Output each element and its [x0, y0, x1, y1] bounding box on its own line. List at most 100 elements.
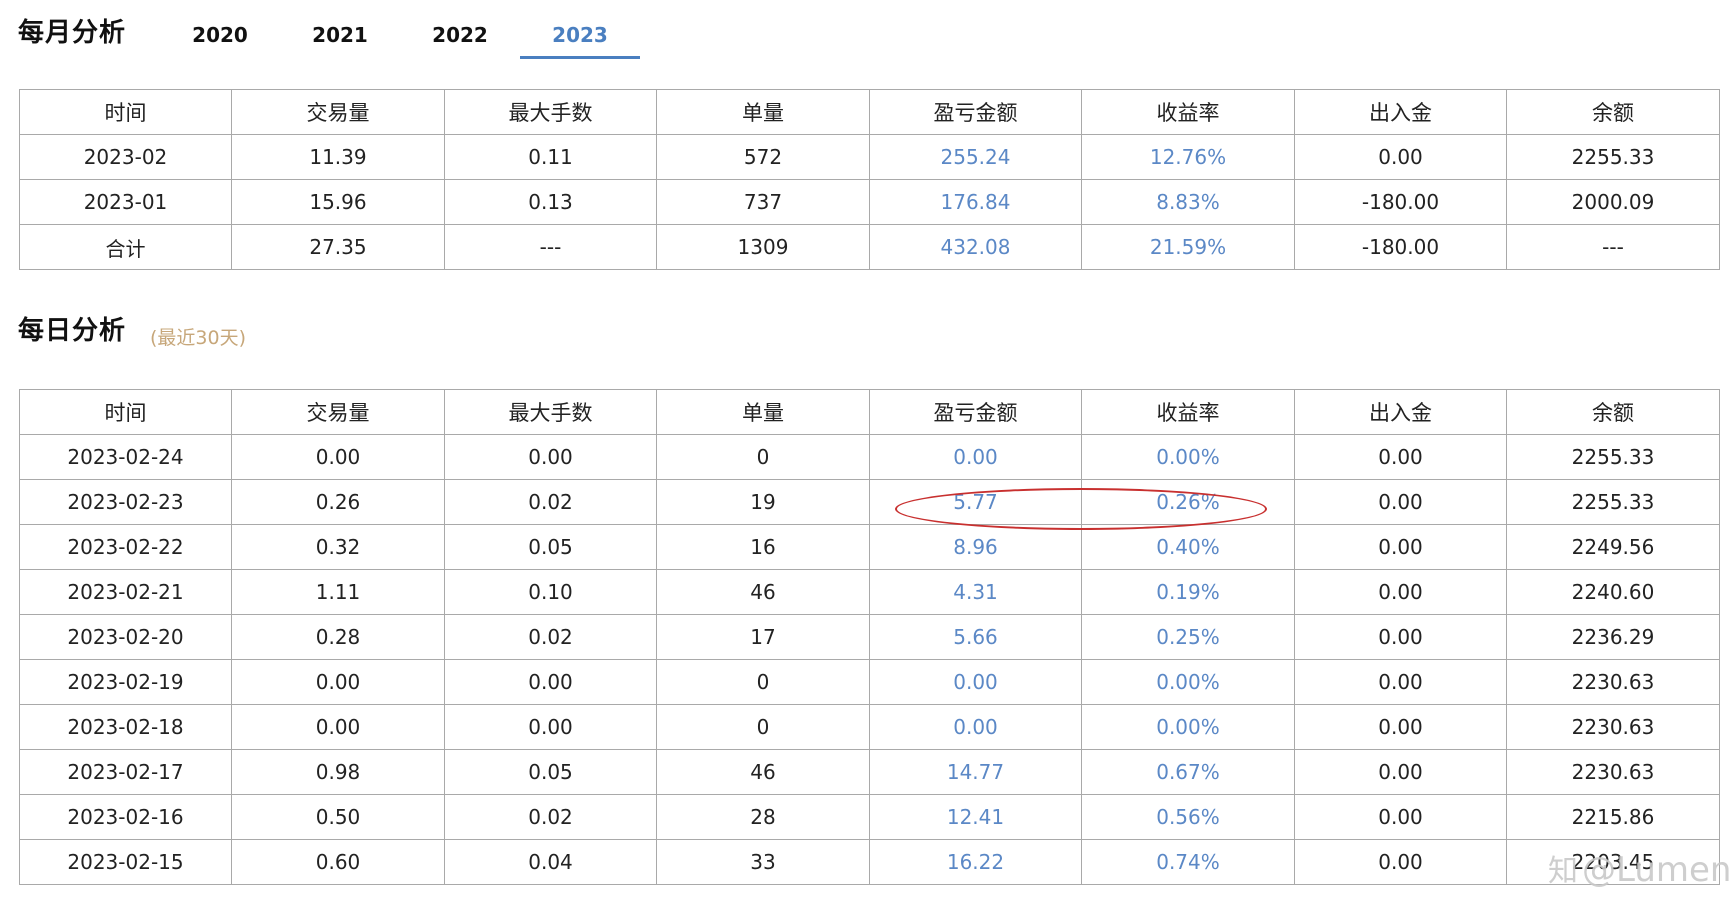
cell-deposit-withdraw: 0.00: [1294, 614, 1507, 660]
cell-balance: 2255.33: [1506, 434, 1720, 480]
daily-analysis-title: 每日分析: [18, 316, 127, 346]
cell-orders: 0: [656, 434, 870, 480]
cell-pnl: 5.66: [869, 614, 1082, 660]
cell-max-lots: 0.10: [444, 569, 657, 615]
cell-deposit-withdraw: 0.00: [1294, 524, 1507, 570]
cell-date: 2023-02-23: [19, 479, 232, 525]
cell-deposit-withdraw: 0.00: [1294, 704, 1507, 750]
cell-deposit-withdraw: 0.00: [1294, 749, 1507, 795]
cell-return-rate: 0.00%: [1081, 704, 1295, 750]
table-row: 2023-02-19 0.00 0.00 0 0.00 0.00% 0.00 2230.63: [19, 659, 1720, 705]
cell-balance: ---: [1506, 224, 1720, 270]
column-header-pnl: 盈亏金额: [869, 389, 1082, 435]
cell-volume: 0.00: [231, 659, 445, 705]
cell-balance: 2230.63: [1506, 704, 1720, 750]
cell-volume: 0.00: [231, 704, 445, 750]
cell-date: 2023-02-24: [19, 434, 232, 480]
table-row: 2023-02-17 0.98 0.05 46 14.77 0.67% 0.00 2230.6…: [19, 749, 1720, 795]
cell-balance: 2000.09: [1506, 179, 1720, 225]
cell-balance: 2255.33: [1506, 134, 1720, 180]
table-row: 2023-02-16 0.50 0.02 28 12.41 0.56% 0.00 2215.8…: [19, 794, 1720, 840]
zhihu-icon: 知: [1548, 854, 1578, 889]
table-row: 2023-02-15 0.60 0.04 33 16.22 0.74% 0.00 2203.4…: [19, 839, 1720, 885]
cell-deposit-withdraw: 0.00: [1294, 134, 1507, 180]
table-row: 2023-02-23 0.26 0.02 19 5.77 0.26% 0.00 2255.33: [19, 479, 1720, 525]
cell-deposit-withdraw: -180.00: [1294, 179, 1507, 225]
cell-volume: 0.50: [231, 794, 445, 840]
column-header-date: 时间: [19, 389, 232, 435]
daily-header-row: 时间 交易量 最大手数 单量 盈亏金额 收益率 出入金 余额: [19, 389, 1720, 435]
cell-max-lots: 0.04: [444, 839, 657, 885]
cell-date: 2023-02-16: [19, 794, 232, 840]
cell-volume: 27.35: [231, 224, 445, 270]
cell-orders: 46: [656, 749, 870, 795]
daily-period-note: (最近30天): [150, 327, 247, 349]
column-header-balance: 余额: [1506, 89, 1720, 135]
cell-date: 2023-01: [19, 179, 232, 225]
year-tabs: 2020 2021 2022 2023: [160, 18, 640, 60]
column-header-volume: 交易量: [231, 89, 445, 135]
cell-return-rate: 0.00%: [1081, 434, 1295, 480]
cell-date: 2023-02-20: [19, 614, 232, 660]
cell-deposit-withdraw: 0.00: [1294, 434, 1507, 480]
watermark: 知 @Lumen: [1548, 846, 1731, 890]
cell-date: 2023-02-17: [19, 749, 232, 795]
cell-orders: 16: [656, 524, 870, 570]
table-row: 2023-01 15.96 0.13 737 176.84 8.83% -180.00 200…: [19, 179, 1720, 225]
cell-return-rate: 0.19%: [1081, 569, 1295, 615]
column-header-return-rate: 收益率: [1081, 389, 1295, 435]
cell-deposit-withdraw: 0.00: [1294, 569, 1507, 615]
table-row: 2023-02-22 0.32 0.05 16 8.96 0.40% 0.00 2249.56: [19, 524, 1720, 570]
cell-max-lots: 0.13: [444, 179, 657, 225]
cell-volume: 15.96: [231, 179, 445, 225]
cell-pnl: 0.00: [869, 434, 1082, 480]
cell-max-lots: 0.05: [444, 749, 657, 795]
cell-return-rate: 0.56%: [1081, 794, 1295, 840]
cell-return-rate: 0.26%: [1081, 479, 1295, 525]
cell-pnl: 12.41: [869, 794, 1082, 840]
column-header-pnl: 盈亏金额: [869, 89, 1082, 135]
cell-pnl: 176.84: [869, 179, 1082, 225]
cell-deposit-withdraw: -180.00: [1294, 224, 1507, 270]
tab-2021[interactable]: 2021: [280, 18, 400, 60]
cell-pnl: 16.22: [869, 839, 1082, 885]
table-row: 2023-02-20 0.28 0.02 17 5.66 0.25% 0.00 2236.29: [19, 614, 1720, 660]
cell-orders: 572: [656, 134, 870, 180]
cell-pnl: 14.77: [869, 749, 1082, 795]
cell-return-rate: 0.25%: [1081, 614, 1295, 660]
cell-max-lots: 0.02: [444, 479, 657, 525]
cell-max-lots: 0.00: [444, 704, 657, 750]
cell-volume: 0.98: [231, 749, 445, 795]
tab-2020[interactable]: 2020: [160, 18, 280, 60]
cell-pnl: 4.31: [869, 569, 1082, 615]
cell-orders: 19: [656, 479, 870, 525]
cell-deposit-withdraw: 0.00: [1294, 794, 1507, 840]
cell-deposit-withdraw: 0.00: [1294, 479, 1507, 525]
monthly-analysis-title: 每月分析: [18, 18, 127, 48]
watermark-text: @Lumen: [1582, 850, 1732, 890]
cell-max-lots: 0.00: [444, 659, 657, 705]
daily-table: 时间 交易量 最大手数 单量 盈亏金额 收益率 出入金 余额 2023-02-24 0.00 0.0…: [19, 389, 1720, 885]
cell-date: 2023-02: [19, 134, 232, 180]
tab-2022[interactable]: 2022: [400, 18, 520, 60]
tab-2023[interactable]: 2023: [520, 18, 640, 60]
cell-orders: 28: [656, 794, 870, 840]
cell-balance: 2230.63: [1506, 659, 1720, 705]
cell-deposit-withdraw: 0.00: [1294, 659, 1507, 705]
cell-return-rate: 0.74%: [1081, 839, 1295, 885]
cell-orders: 0: [656, 659, 870, 705]
cell-max-lots: 0.11: [444, 134, 657, 180]
table-row: 2023-02-18 0.00 0.00 0 0.00 0.00% 0.00 2230.63: [19, 704, 1720, 750]
cell-deposit-withdraw: 0.00: [1294, 839, 1507, 885]
cell-date: 2023-02-19: [19, 659, 232, 705]
cell-balance: 2215.86: [1506, 794, 1720, 840]
cell-balance: 2249.56: [1506, 524, 1720, 570]
column-header-volume: 交易量: [231, 389, 445, 435]
cell-return-rate: 21.59%: [1081, 224, 1295, 270]
column-header-deposit-withdraw: 出入金: [1294, 89, 1507, 135]
cell-return-rate: 0.67%: [1081, 749, 1295, 795]
monthly-header-row: 时间 交易量 最大手数 单量 盈亏金额 收益率 出入金 余额: [19, 89, 1720, 135]
cell-volume: 0.28: [231, 614, 445, 660]
cell-balance: 2236.29: [1506, 614, 1720, 660]
cell-volume: 1.11: [231, 569, 445, 615]
